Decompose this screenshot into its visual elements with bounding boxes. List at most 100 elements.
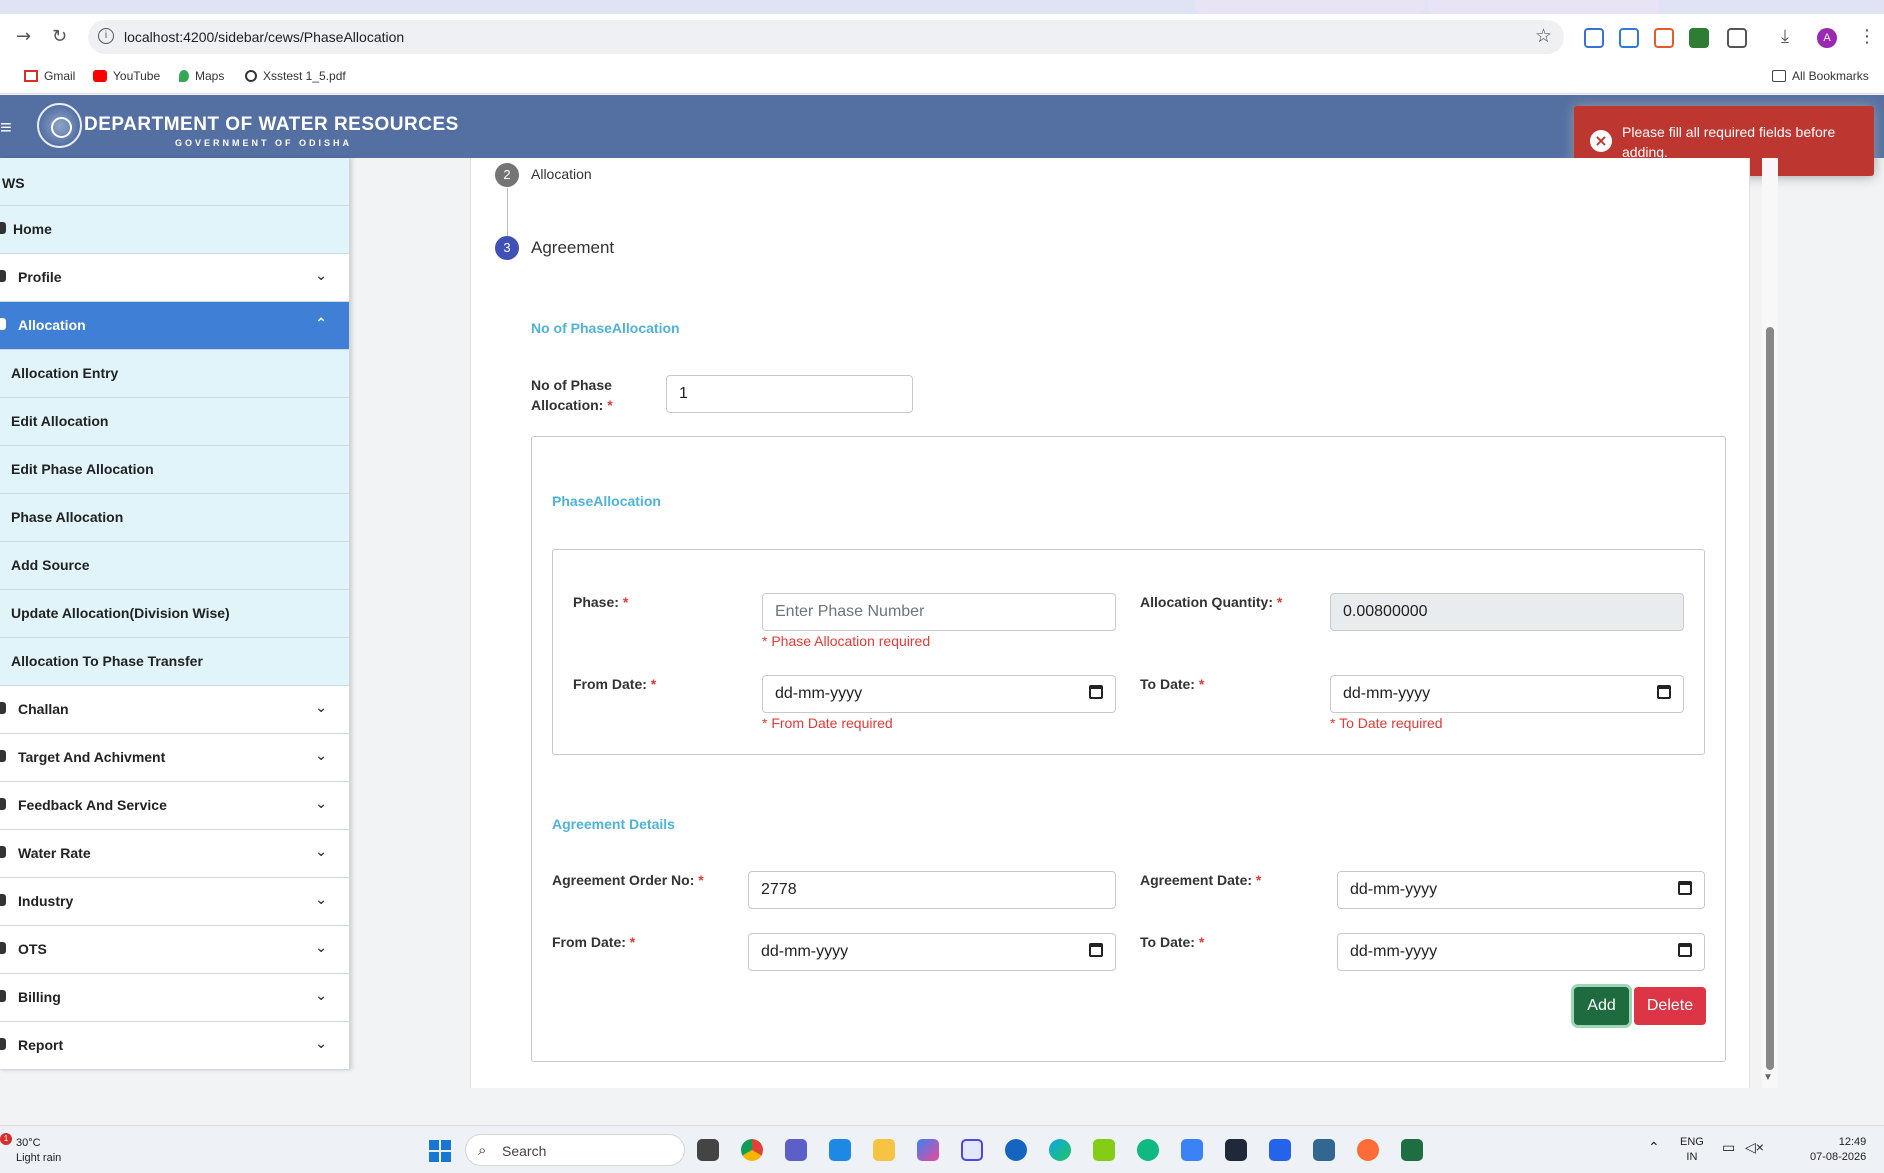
sidebar-item-billing[interactable]: Billing ⌄ <box>0 974 349 1022</box>
volume-muted-icon[interactable]: ◁× <box>1745 1140 1764 1155</box>
step-2-label[interactable]: Allocation <box>531 166 592 182</box>
postgres-icon[interactable] <box>1313 1139 1335 1161</box>
sidebar-subitem-update-allocation[interactable]: Update Allocation(Division Wise) <box>0 590 349 638</box>
all-bookmarks[interactable]: All Bookmarks <box>1772 69 1869 83</box>
browser-tab[interactable] <box>1428 0 1658 14</box>
stepper-connector <box>507 188 508 236</box>
bookmark-youtube[interactable]: YouTube <box>93 69 160 83</box>
bookmark-gmail[interactable]: Gmail <box>24 69 75 83</box>
sidebar-item-report[interactable]: Report ⌄ <box>0 1022 349 1070</box>
sidebar-item-industry[interactable]: Industry ⌄ <box>0 878 349 926</box>
from-date-input[interactable]: dd-mm-yyyy <box>762 675 1116 713</box>
sidebar-item-target[interactable]: Target And Achivment ⌄ <box>0 734 349 782</box>
sidebar-item-profile[interactable]: Profile ⌄ <box>0 254 349 302</box>
bookmark-maps[interactable]: Maps <box>179 69 224 83</box>
sidebar-subitem-edit-phase-allocation[interactable]: Edit Phase Allocation <box>0 446 349 494</box>
extension-icon[interactable] <box>1689 28 1709 48</box>
vscode-icon[interactable] <box>829 1139 851 1161</box>
excel-icon[interactable] <box>1401 1139 1423 1161</box>
sidebar-item-label: Industry <box>18 893 74 909</box>
profile-avatar[interactable]: A <box>1817 28 1837 48</box>
calendar-icon[interactable] <box>1657 685 1671 699</box>
copilot-icon[interactable] <box>917 1139 939 1161</box>
extension-icon[interactable] <box>1584 28 1604 48</box>
sidebar-item-home[interactable]: Home <box>0 206 349 254</box>
sidebar-item-ots[interactable]: OTS ⌄ <box>0 926 349 974</box>
postman-icon[interactable] <box>1357 1139 1379 1161</box>
extension-icon[interactable] <box>1619 28 1639 48</box>
delete-button[interactable]: Delete <box>1634 987 1706 1025</box>
chevron-down-icon: ⌄ <box>315 268 327 284</box>
globe-app-icon[interactable] <box>1137 1139 1159 1161</box>
weather-widget[interactable]: 30°C Light rain <box>16 1136 61 1166</box>
toast-message: Please fill all required fields before a… <box>1622 124 1836 160</box>
sidebar-item-allocation[interactable]: Allocation ⌃ <box>0 302 349 350</box>
input-language[interactable]: ENG IN <box>1680 1135 1704 1165</box>
agreement-to-date-input[interactable]: dd-mm-yyyy <box>1337 933 1705 971</box>
address-bar[interactable]: i localhost:4200/sidebar/cews/PhaseAlloc… <box>88 20 1564 54</box>
calendar-icon[interactable] <box>1089 685 1103 699</box>
browser-tab[interactable] <box>1195 0 1425 14</box>
remote-desktop-icon[interactable] <box>1181 1139 1203 1161</box>
file-explorer-icon[interactable] <box>873 1139 895 1161</box>
phase-error: * Phase Allocation required <box>762 633 931 649</box>
windows-start-icon[interactable] <box>429 1140 451 1162</box>
address-url[interactable]: localhost:4200/sidebar/cews/PhaseAllocat… <box>124 29 404 45</box>
feedback-icon <box>0 798 6 810</box>
task-view-icon[interactable] <box>697 1139 719 1161</box>
teams-icon[interactable] <box>785 1139 807 1161</box>
reload-icon[interactable]: ↻ <box>52 26 67 47</box>
to-date-input[interactable]: dd-mm-yyyy <box>1330 675 1684 713</box>
sidebar-item-feedback[interactable]: Feedback And Service ⌄ <box>0 782 349 830</box>
taskbar-search[interactable]: ⌕ Search <box>465 1134 685 1166</box>
allocation-quantity-label: Allocation Quantity: * <box>1140 592 1282 612</box>
sidebar-subitem-allocation-to-phase-transfer[interactable]: Allocation To Phase Transfer <box>0 638 349 686</box>
browser-menu-icon[interactable]: ⋮ <box>1858 26 1876 47</box>
calendar-icon[interactable] <box>1678 881 1692 895</box>
clock[interactable]: 12:49 07-08-2026 <box>1810 1135 1866 1165</box>
browser-toolbar: → ↻ i localhost:4200/sidebar/cews/PhaseA… <box>0 14 1884 60</box>
step-3-label[interactable]: Agreement <box>531 238 614 258</box>
edge-icon[interactable] <box>1049 1139 1071 1161</box>
app-icon[interactable] <box>1093 1139 1115 1161</box>
agreement-order-input[interactable]: 2778 <box>748 871 1116 909</box>
weather-badge: 1 <box>0 1133 12 1145</box>
chevron-down-icon: ⌄ <box>315 700 327 716</box>
no-phase-input[interactable]: 1 <box>666 375 913 413</box>
forward-icon[interactable]: → <box>16 26 31 47</box>
agreement-date-value: dd-mm-yyyy <box>1350 881 1438 898</box>
site-info-icon[interactable]: i <box>98 28 114 44</box>
app-icon[interactable] <box>1005 1139 1027 1161</box>
download-icon[interactable]: ⤓ <box>1781 26 1789 47</box>
phase-input[interactable]: Enter Phase Number <box>762 593 1116 631</box>
sidebar-item-label: Water Rate <box>18 845 91 861</box>
sidebar-item-challan[interactable]: Challan ⌄ <box>0 686 349 734</box>
calendar-icon[interactable] <box>1678 943 1692 957</box>
bookmark-xsstest[interactable]: Xsstest 1_5.pdf <box>245 69 346 83</box>
agreement-date-input[interactable]: dd-mm-yyyy <box>1337 871 1705 909</box>
notepad-icon[interactable] <box>1269 1139 1291 1161</box>
sidebar-subitem-phase-allocation[interactable]: Phase Allocation <box>0 494 349 542</box>
add-button[interactable]: Add <box>1574 987 1629 1025</box>
profile-icon <box>0 270 6 282</box>
clock-date: 07-08-2026 <box>1810 1151 1867 1163</box>
extension-icon[interactable] <box>1654 28 1674 48</box>
bookmark-star-icon[interactable]: ☆ <box>1535 25 1552 47</box>
scroll-down-arrow-icon[interactable]: ▼ <box>1763 1072 1773 1083</box>
terminal-icon[interactable] <box>1225 1139 1247 1161</box>
app-title: DEPARTMENT OF WATER RESOURCES <box>84 114 459 135</box>
report-icon <box>0 1038 6 1050</box>
hamburger-menu-icon[interactable]: ≡ <box>0 117 12 140</box>
network-icon[interactable]: ▭ <box>1722 1140 1735 1155</box>
sidebar-subitem-add-source[interactable]: Add Source <box>0 542 349 590</box>
chrome-icon[interactable] <box>741 1139 763 1161</box>
calendar-icon[interactable] <box>1089 943 1103 957</box>
extensions-puzzle-icon[interactable] <box>1727 28 1747 48</box>
agreement-from-date-input[interactable]: dd-mm-yyyy <box>748 933 1116 971</box>
sidebar-item-water-rate[interactable]: Water Rate ⌄ <box>0 830 349 878</box>
snipping-tool-icon[interactable] <box>961 1139 983 1161</box>
sidebar-subitem-allocation-entry[interactable]: Allocation Entry <box>0 350 349 398</box>
tray-chevron-up-icon[interactable]: ⌃ <box>1648 1140 1660 1155</box>
scrollbar-thumb[interactable] <box>1766 327 1774 1070</box>
sidebar-subitem-edit-allocation[interactable]: Edit Allocation <box>0 398 349 446</box>
